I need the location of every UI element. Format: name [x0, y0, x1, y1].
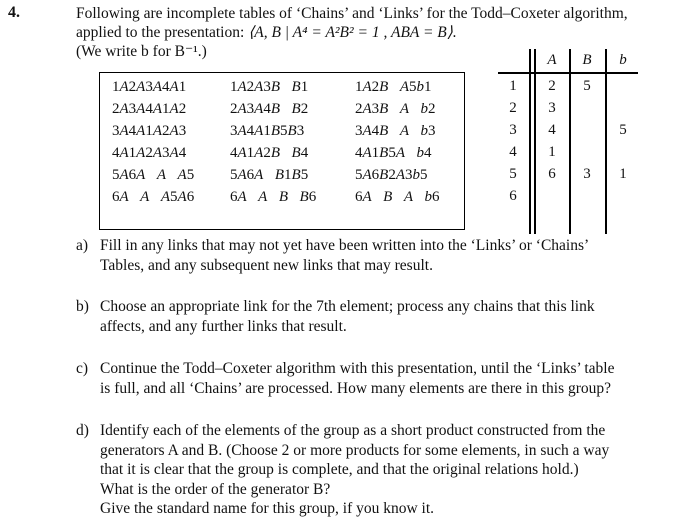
links-table: A Bb 1 2 5 2 3 3 4 5 4 1 5 6 3 1 6	[498, 49, 638, 234]
chain-cell: 2A3A4B B2	[230, 101, 309, 117]
chain-cell: 2A3A4A1A2	[112, 101, 187, 117]
links-cell: 5	[583, 78, 591, 94]
links-cell: 1	[619, 166, 627, 182]
part-text-line: Choose an appropriate link for the 7th e…	[100, 298, 595, 315]
part-text: Choose an appropriate link for the 7th e…	[100, 297, 670, 336]
part-label: a)	[76, 237, 89, 254]
chain-cell: 1A2A3A4A1	[112, 79, 187, 95]
part-text-line: Fill in any links that may not yet have …	[100, 237, 590, 254]
links-cell: 1	[548, 144, 556, 160]
chain-cell: 4A1A2B B4	[230, 145, 309, 161]
links-col-sep-1	[569, 49, 571, 234]
links-element-label: 5	[509, 166, 517, 182]
part-text-line: that it is clear that the group is compl…	[100, 461, 579, 478]
chain-cell: 4A1B5A b4	[355, 145, 432, 161]
chain-cell: 5A6A A A5	[112, 167, 195, 183]
part-text-line: Tables, and any subsequent new links tha…	[100, 256, 433, 274]
chain-cell: 5A6B2A3b5	[355, 167, 428, 183]
links-cell: 6	[548, 166, 556, 182]
part-label: d)	[76, 422, 89, 439]
links-element-label: 1	[509, 78, 517, 94]
links-cell: 3	[548, 100, 556, 116]
chain-cell: 5A6A B1B5	[230, 167, 309, 183]
part-text-line: Give the standard name for this group, i…	[100, 500, 435, 517]
chain-cell: 4A1A2A3A4	[112, 145, 187, 161]
links-element-label: 3	[509, 122, 517, 138]
chain-cell: 6A A B B6	[230, 189, 317, 205]
chain-cell: 3A4A1A2A3	[112, 123, 187, 139]
links-header-b-inverse: b	[619, 52, 627, 68]
links-header-A: A	[547, 52, 557, 68]
part-text-line: Continue the Todd–Coxeter algorithm with…	[100, 360, 615, 377]
links-cell: 3	[583, 166, 591, 182]
question-number: 4.	[8, 4, 20, 21]
part-text-line: What is the order of the generator B?	[100, 480, 331, 498]
links-element-label: 2	[509, 100, 517, 116]
links-double-bar-left	[529, 49, 531, 234]
part-text: Identify each of the elements of the gro…	[100, 421, 670, 519]
chain-cell: 1A2A3B B1	[230, 79, 309, 95]
links-double-bar-right	[534, 49, 536, 234]
part-text-line: is full, and all ‘Chains’ are processed.…	[100, 379, 612, 397]
chain-cell: 2A3B A b2	[355, 101, 436, 117]
intro-line-1: Following are incomplete tables of ‘Chai…	[76, 5, 628, 22]
chain-cell: 6A A A5A6	[112, 189, 195, 205]
presentation: ⟨A, B | A⁴ = A²B² = 1 , ABA = B⟩.	[248, 24, 457, 41]
part-label: b)	[76, 298, 89, 315]
chain-cell: 1A2B A5b1	[355, 79, 432, 95]
part-text-line: generators A and B. (Choose 2 or more pr…	[100, 441, 610, 459]
part-text-line: affects, and any further links that resu…	[100, 317, 347, 335]
links-header-B: B	[582, 52, 592, 68]
chain-cell: 3A4B A b3	[355, 123, 436, 139]
links-cell: 2	[548, 78, 556, 94]
part-text: Fill in any links that may not yet have …	[100, 236, 670, 275]
intro-line-2: applied to the presentation: ⟨A, B | A⁴ …	[76, 23, 457, 42]
chains-table: 1A2A3A4A1 1A2A3B B1 1A2B A5b1 2A3A4A1A2 2A3A…	[99, 72, 465, 230]
chain-cell: 6A B A b6	[355, 189, 440, 205]
intro-line-2-prefix: applied to the presentation:	[76, 24, 249, 41]
links-element-label: 4	[509, 144, 517, 160]
links-cell: 5	[619, 122, 627, 138]
chain-cell: 3A4A1B5B3	[230, 123, 305, 139]
part-text-line: Identify each of the elements of the gro…	[100, 422, 606, 439]
part-label: c)	[76, 360, 89, 377]
links-col-sep-2	[605, 49, 607, 234]
links-header-rule	[498, 72, 638, 74]
links-cell: 4	[548, 122, 556, 138]
part-text: Continue the Todd–Coxeter algorithm with…	[100, 359, 670, 398]
intro-line-3: (We write b for B⁻¹.)	[76, 43, 207, 60]
links-element-label: 6	[509, 188, 517, 204]
